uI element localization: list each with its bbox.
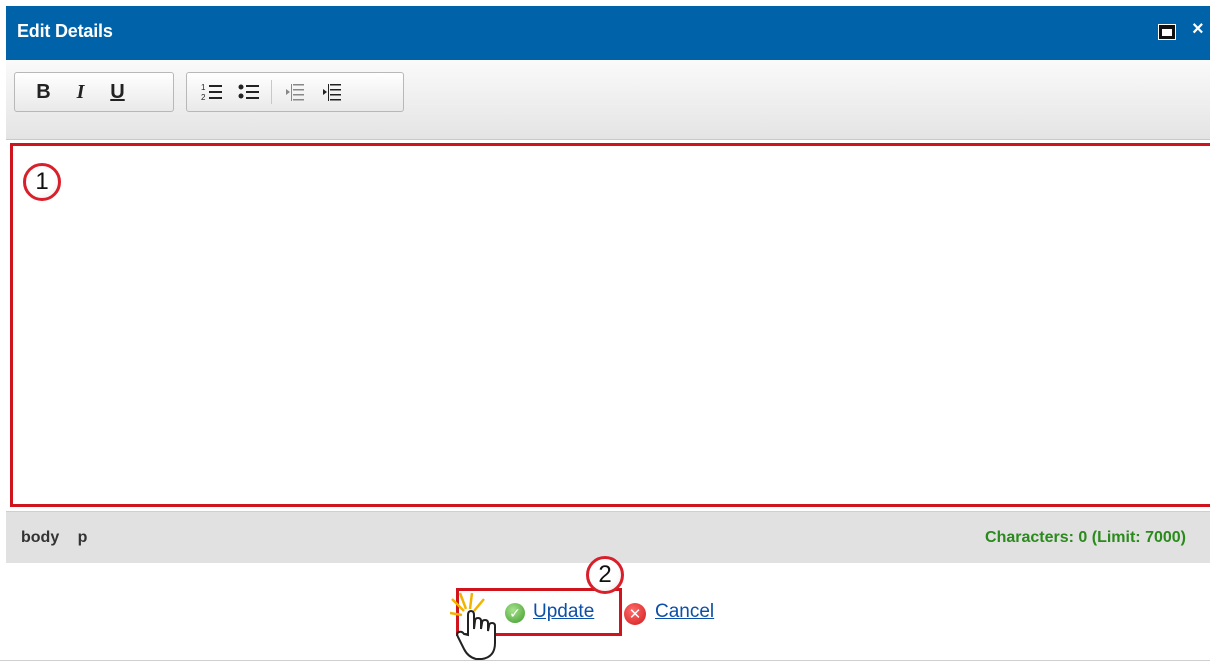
indent-icon bbox=[322, 84, 341, 101]
close-icon[interactable]: × bbox=[1192, 18, 1204, 41]
update-button[interactable]: Update bbox=[533, 601, 594, 623]
underline-button[interactable]: U bbox=[99, 74, 136, 110]
dialog-actions: 2 ✓ Update ✕ Cancel bbox=[0, 556, 1210, 663]
bold-button[interactable]: B bbox=[25, 74, 62, 110]
toolbar-separator bbox=[271, 80, 272, 104]
editor-toolbar: B I U 1 2 bbox=[6, 60, 1210, 140]
step-callout-2: 2 bbox=[586, 556, 624, 594]
bullet-list-icon bbox=[238, 84, 259, 99]
svg-text:1: 1 bbox=[201, 83, 206, 92]
list-button-group: 1 2 bbox=[186, 72, 404, 112]
bullet-list-button[interactable] bbox=[230, 74, 267, 110]
character-counter: Characters: 0 (Limit: 7000) bbox=[985, 529, 1186, 546]
path-item-body[interactable]: body bbox=[21, 529, 59, 546]
cancel-button[interactable]: Cancel bbox=[655, 601, 714, 623]
dialog-title: Edit Details bbox=[17, 21, 113, 41]
numbered-list-icon: 1 2 bbox=[201, 83, 222, 102]
format-button-group: B I U bbox=[14, 72, 174, 112]
maximize-icon[interactable] bbox=[1155, 20, 1179, 44]
rich-text-editor[interactable]: 1 bbox=[10, 143, 1210, 507]
cancel-icon: ✕ bbox=[624, 603, 646, 625]
hand-cursor-icon bbox=[450, 592, 496, 660]
italic-button[interactable]: I bbox=[62, 74, 99, 110]
editor-statusbar: body p Characters: 0 (Limit: 7000) bbox=[6, 511, 1210, 563]
svg-text:2: 2 bbox=[201, 93, 206, 102]
divider bbox=[0, 660, 1210, 661]
outdent-icon bbox=[285, 84, 304, 101]
dialog-titlebar: Edit Details × bbox=[6, 6, 1210, 60]
indent-button[interactable] bbox=[313, 74, 350, 110]
step-callout-1: 1 bbox=[23, 163, 61, 201]
outdent-button[interactable] bbox=[276, 74, 313, 110]
numbered-list-button[interactable]: 1 2 bbox=[193, 74, 230, 110]
element-path: body p bbox=[21, 529, 101, 547]
path-item-p[interactable]: p bbox=[78, 529, 88, 546]
